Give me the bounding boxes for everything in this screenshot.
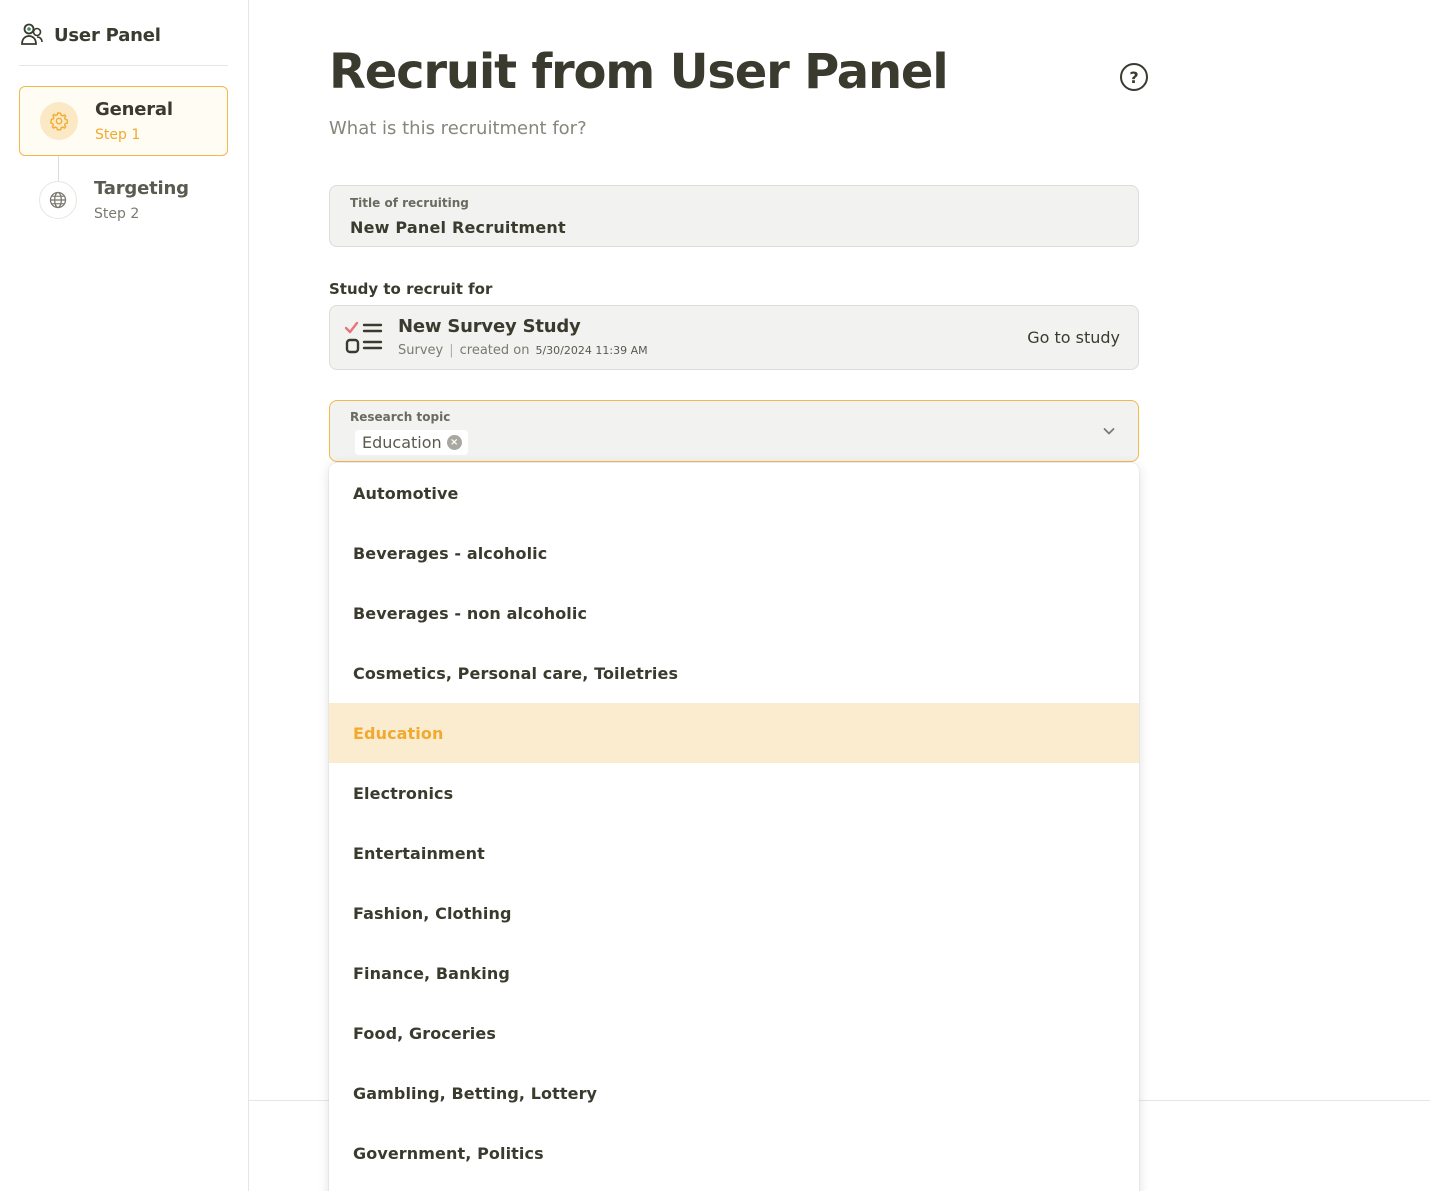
page-title: Recruit from User Panel xyxy=(329,44,949,100)
step-icon-wrap xyxy=(39,181,77,219)
field-label: Research topic xyxy=(350,410,451,424)
dropdown-option[interactable]: Cosmetics, Personal care, Toiletries xyxy=(329,643,1139,703)
study-meta: Survey | created on 5/30/2024 11:39 AM xyxy=(398,343,648,358)
title-of-recruiting-field[interactable]: Title of recruiting New Panel Recruitmen… xyxy=(329,185,1139,247)
step-title: Targeting xyxy=(94,178,189,199)
sidebar: User Panel General Step 1 Targeting Step… xyxy=(0,0,249,1191)
dropdown-option[interactable]: Automotive xyxy=(329,463,1139,523)
dropdown-option[interactable]: Beverages - non alcoholic xyxy=(329,583,1139,643)
users-icon xyxy=(21,23,43,45)
study-card[interactable]: New Survey Study Survey | created on 5/3… xyxy=(329,305,1139,370)
field-label: Title of recruiting xyxy=(350,196,469,210)
chip-remove-icon[interactable]: × xyxy=(446,435,462,450)
research-topic-dropdown: Automotive Beverages - alcoholic Beverages… xyxy=(329,463,1139,1191)
selected-topic-chip: Education × xyxy=(355,430,468,455)
brand-name: User Panel xyxy=(54,24,161,46)
created-label: created on xyxy=(459,343,530,358)
step-subtitle: Step 2 xyxy=(94,206,140,222)
step-title: General xyxy=(95,99,173,120)
step-icon-wrap xyxy=(40,102,78,140)
meta-separator: | xyxy=(449,343,454,358)
go-to-study-link[interactable]: Go to study xyxy=(1027,328,1120,347)
help-icon: ? xyxy=(1129,67,1139,87)
gear-icon xyxy=(50,112,69,131)
dropdown-option[interactable]: Beverages - alcoholic xyxy=(329,523,1139,583)
dropdown-option[interactable]: Electronics xyxy=(329,763,1139,823)
dropdown-option[interactable]: Education xyxy=(329,703,1139,763)
dropdown-option[interactable]: Entertainment xyxy=(329,823,1139,883)
step-subtitle: Step 1 xyxy=(95,127,141,143)
study-section-label: Study to recruit for xyxy=(329,280,493,298)
created-date: 5/30/2024 11:39 AM xyxy=(535,344,648,357)
step-general[interactable]: General Step 1 xyxy=(19,86,228,156)
divider xyxy=(19,65,228,66)
brand[interactable]: User Panel xyxy=(20,20,161,50)
chip-label: Education xyxy=(362,433,442,452)
dropdown-option[interactable]: Fashion, Clothing xyxy=(329,883,1139,943)
dropdown-option[interactable]: Food, Groceries xyxy=(329,1003,1139,1063)
dropdown-option[interactable]: Government, Politics xyxy=(329,1123,1139,1183)
study-type: Survey xyxy=(398,343,444,358)
help-button[interactable]: ? xyxy=(1120,63,1148,91)
globe-icon xyxy=(49,191,67,209)
survey-icon xyxy=(344,321,383,354)
chevron-down-icon[interactable] xyxy=(1102,424,1116,438)
dropdown-option[interactable]: Gambling, Betting, Lottery xyxy=(329,1063,1139,1123)
step-targeting[interactable]: Targeting Step 2 xyxy=(19,166,228,236)
research-topic-select[interactable]: Research topic Education × xyxy=(329,400,1139,462)
page-subtitle: What is this recruitment for? xyxy=(329,118,587,139)
dropdown-option[interactable]: Finance, Banking xyxy=(329,943,1139,1003)
title-input-value[interactable]: New Panel Recruitment xyxy=(350,218,566,237)
study-name: New Survey Study xyxy=(398,316,581,337)
